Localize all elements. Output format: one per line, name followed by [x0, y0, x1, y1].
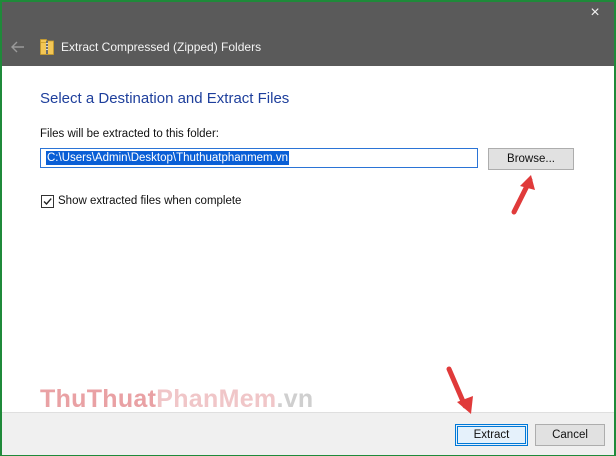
show-files-checkbox[interactable]	[41, 195, 54, 208]
window-title: Extract Compressed (Zipped) Folders	[61, 40, 262, 54]
dialog-footer: Extract Cancel	[2, 412, 614, 455]
dialog-content: Select a Destination and Extract Files F…	[2, 66, 614, 412]
destination-path-value: C:\Users\Admin\Desktop\Thuthuatphanmem.v…	[46, 151, 289, 165]
watermark: ThuThuatPhanMem.vn	[40, 384, 313, 414]
dialog-window: × Extract Compressed (Zipped) Folders Se…	[0, 0, 616, 456]
show-files-label[interactable]: Show extracted files when complete	[58, 195, 241, 207]
page-title: Select a Destination and Extract Files	[40, 90, 290, 107]
watermark-part-2: PhanMem	[156, 385, 277, 413]
cancel-button[interactable]: Cancel	[535, 424, 605, 446]
annotation-arrow-icon	[440, 362, 480, 427]
annotation-arrow-icon	[504, 170, 540, 225]
browse-button[interactable]: Browse...	[488, 148, 574, 170]
destination-label: Files will be extracted to this folder:	[40, 128, 219, 140]
title-bar: × Extract Compressed (Zipped) Folders	[2, 2, 614, 66]
extract-button[interactable]: Extract	[455, 424, 528, 446]
left-arrow-icon[interactable]	[10, 39, 26, 55]
zip-folder-icon	[40, 39, 54, 55]
close-icon[interactable]: ×	[586, 4, 604, 22]
checkmark-icon	[43, 198, 52, 206]
watermark-part-1: ThuThuat	[40, 385, 157, 413]
destination-path-input[interactable]: C:\Users\Admin\Desktop\Thuthuatphanmem.v…	[40, 148, 478, 168]
watermark-part-3: .vn	[276, 385, 314, 413]
